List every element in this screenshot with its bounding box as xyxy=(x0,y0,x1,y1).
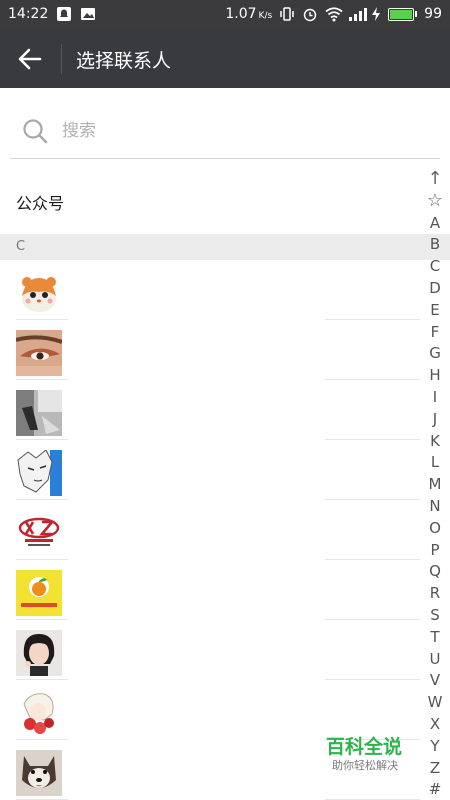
index-letter[interactable]: D xyxy=(420,277,450,299)
contact-row[interactable] xyxy=(0,260,420,320)
alarm-icon xyxy=(302,6,318,22)
contact-avatar xyxy=(16,750,62,796)
index-letter[interactable]: K xyxy=(420,430,450,452)
index-letter[interactable]: Z xyxy=(420,757,450,779)
charging-icon xyxy=(371,6,381,22)
search-icon xyxy=(23,119,48,144)
arrow-left-icon xyxy=(18,48,42,70)
index-letter[interactable]: T xyxy=(420,626,450,648)
contact-avatar xyxy=(16,690,62,736)
battery-icon xyxy=(388,7,418,21)
index-letter[interactable]: W xyxy=(420,691,450,713)
index-letter[interactable]: L xyxy=(420,451,450,473)
index-letter[interactable]: C xyxy=(420,255,450,277)
image-icon xyxy=(80,6,96,22)
contact-row[interactable] xyxy=(0,440,420,500)
index-letter[interactable]: Q xyxy=(420,560,450,582)
signal-icon xyxy=(348,6,368,22)
public-accounts-item[interactable]: 公众号 xyxy=(0,172,420,228)
battery-level: 99 xyxy=(424,6,442,22)
search-input[interactable] xyxy=(60,114,394,148)
index-letter[interactable]: O xyxy=(420,517,450,539)
index-letter[interactable]: # xyxy=(420,778,450,800)
notification-icon xyxy=(56,6,72,22)
contact-avatar xyxy=(16,330,62,376)
index-letter[interactable]: B xyxy=(420,233,450,255)
net-speed-unit: K/s xyxy=(258,11,273,21)
index-letter[interactable]: X xyxy=(420,713,450,735)
contact-avatar xyxy=(16,630,62,676)
contact-avatar xyxy=(16,510,62,556)
watermark-title: 百科全说 xyxy=(326,736,403,758)
contact-avatar xyxy=(16,570,62,616)
index-letter[interactable]: J xyxy=(420,408,450,430)
public-accounts-label: 公众号 xyxy=(16,194,65,213)
index-letter[interactable]: M xyxy=(420,473,450,495)
contact-row[interactable] xyxy=(0,500,420,560)
index-letter[interactable]: A xyxy=(420,212,450,234)
contact-row[interactable] xyxy=(0,320,420,380)
index-letter[interactable]: P xyxy=(420,539,450,561)
contact-avatar xyxy=(16,270,62,316)
index-letter[interactable]: F xyxy=(420,321,450,343)
index-letter[interactable]: U xyxy=(420,648,450,670)
alphabet-index-bar[interactable]: ↑ ☆ A B C D E F G H I J K L M N O P Q R S T U V W X Y Z # xyxy=(420,168,450,800)
index-letter[interactable]: H xyxy=(420,364,450,386)
status-bar: 14:22 1.07 K/s 99 xyxy=(0,0,450,30)
wifi-icon xyxy=(325,6,343,22)
vibrate-icon xyxy=(279,6,295,22)
watermark-logo: 百科全说 助你轻松解决 xyxy=(318,732,422,776)
index-letter[interactable]: V xyxy=(420,669,450,691)
contact-row[interactable] xyxy=(0,560,420,620)
section-letter: C xyxy=(16,239,26,254)
contact-row[interactable] xyxy=(0,380,420,440)
search-bar xyxy=(10,102,440,159)
index-letter[interactable]: ☆ xyxy=(420,190,450,212)
title-bar: 选择联系人 xyxy=(0,30,450,88)
status-time: 14:22 xyxy=(8,6,49,22)
index-letter[interactable]: I xyxy=(420,386,450,408)
index-letter[interactable]: Y xyxy=(420,735,450,757)
contact-avatar xyxy=(16,450,62,496)
back-button[interactable] xyxy=(14,44,46,74)
index-letter[interactable]: S xyxy=(420,604,450,626)
contact-avatar xyxy=(16,390,62,436)
index-letter[interactable]: G xyxy=(420,342,450,364)
watermark-subtitle: 助你轻松解决 xyxy=(332,759,398,772)
title-divider xyxy=(61,44,62,74)
contact-row[interactable] xyxy=(0,680,420,740)
contact-row[interactable] xyxy=(0,620,420,680)
index-letter[interactable]: N xyxy=(420,495,450,517)
page-title: 选择联系人 xyxy=(76,50,172,72)
contact-list xyxy=(0,260,420,800)
net-speed: 1.07 xyxy=(225,6,257,22)
section-header-c: C xyxy=(0,234,450,260)
index-letter[interactable]: ↑ xyxy=(420,168,450,190)
index-letter[interactable]: E xyxy=(420,299,450,321)
index-letter[interactable]: R xyxy=(420,582,450,604)
